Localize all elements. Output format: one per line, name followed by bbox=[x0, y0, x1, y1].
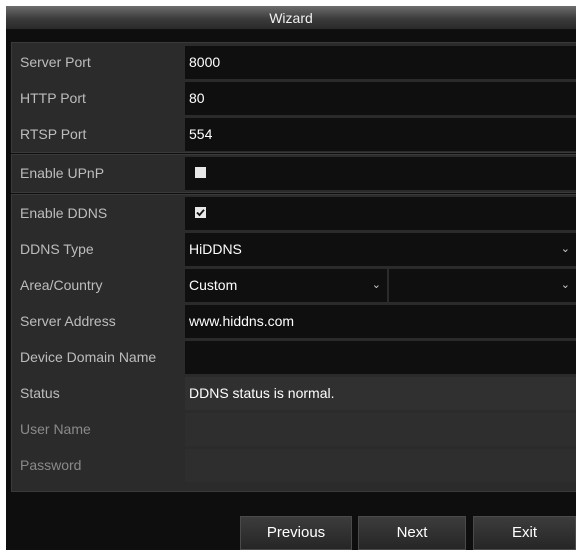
user-name-label: User Name bbox=[20, 421, 91, 437]
server-address-row: Server Address www.hiddns.com bbox=[12, 305, 576, 338]
device-domain-row: Device Domain Name bbox=[12, 341, 576, 374]
exit-button[interactable]: Exit bbox=[473, 516, 576, 550]
device-domain-label: Device Domain Name bbox=[20, 349, 157, 365]
area-country-value: Custom bbox=[189, 277, 238, 293]
rtsp-port-row: RTSP Port 554 bbox=[12, 118, 576, 151]
user-name-input bbox=[185, 413, 576, 446]
upnp-field bbox=[185, 157, 576, 190]
wizard-dialog: Wizard Server Port 8000 HTTP Port 80 RTS… bbox=[6, 6, 576, 550]
password-input bbox=[185, 449, 576, 482]
ddns-enable-row: Enable DDNS bbox=[12, 197, 576, 230]
upnp-label: Enable UPnP bbox=[20, 165, 105, 181]
ddns-type-row: DDNS Type HiDDNS ⌄ bbox=[12, 233, 576, 266]
status-row: Status DDNS status is normal. bbox=[12, 377, 576, 410]
ddns-enable-label: Enable DDNS bbox=[20, 205, 108, 221]
area-country-select[interactable]: Custom ⌄ bbox=[185, 269, 387, 302]
area-secondary-select[interactable]: ⌄ bbox=[389, 269, 576, 302]
device-domain-input[interactable] bbox=[185, 341, 576, 374]
ddns-type-label: DDNS Type bbox=[20, 241, 94, 257]
ddns-type-select[interactable]: HiDDNS ⌄ bbox=[185, 233, 576, 266]
chevron-down-icon: ⌄ bbox=[560, 243, 570, 255]
status-label: Status bbox=[20, 385, 60, 401]
server-port-label: Server Port bbox=[20, 54, 91, 70]
chevron-down-icon: ⌄ bbox=[371, 279, 381, 291]
http-port-row: HTTP Port 80 bbox=[12, 82, 576, 115]
upnp-row: Enable UPnP bbox=[12, 157, 576, 190]
server-address-label: Server Address bbox=[20, 313, 116, 329]
rtsp-port-input[interactable]: 554 bbox=[185, 118, 576, 151]
upnp-checkbox[interactable] bbox=[195, 167, 206, 179]
http-port-label: HTTP Port bbox=[20, 90, 86, 106]
http-port-input[interactable]: 80 bbox=[185, 82, 576, 115]
password-row: Password bbox=[12, 449, 576, 482]
password-label: Password bbox=[20, 457, 82, 473]
status-value: DDNS status is normal. bbox=[185, 377, 576, 410]
area-row: Area/Country Custom ⌄ ⌄ bbox=[12, 269, 576, 302]
ddns-enable-checkbox[interactable] bbox=[195, 207, 206, 219]
server-port-input[interactable]: 8000 bbox=[185, 46, 576, 79]
next-button[interactable]: Next bbox=[358, 516, 466, 550]
chevron-down-icon: ⌄ bbox=[560, 279, 570, 291]
server-port-row: Server Port 8000 bbox=[12, 46, 576, 79]
previous-button[interactable]: Previous bbox=[240, 516, 352, 550]
user-name-row: User Name bbox=[12, 413, 576, 446]
checkmark-icon bbox=[196, 209, 205, 217]
dialog-title: Wizard bbox=[6, 6, 576, 30]
ddns-type-value: HiDDNS bbox=[189, 241, 242, 257]
server-address-input[interactable]: www.hiddns.com bbox=[185, 305, 576, 338]
ddns-enable-field bbox=[185, 197, 576, 230]
rtsp-port-label: RTSP Port bbox=[20, 126, 87, 142]
area-label: Area/Country bbox=[20, 277, 103, 293]
